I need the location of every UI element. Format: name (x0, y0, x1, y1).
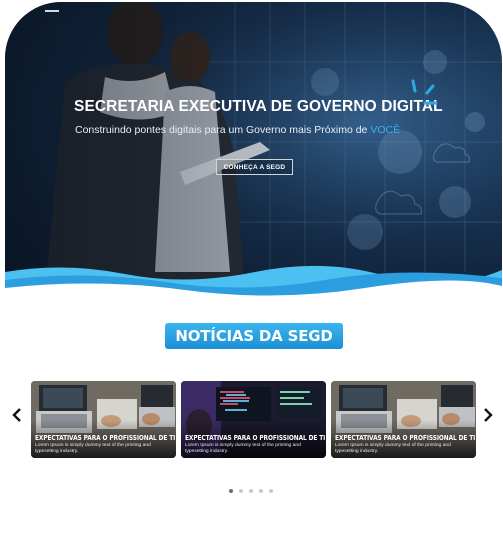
hero-subtitle-text: Construindo pontes digitais para um Gove… (75, 124, 371, 136)
hero-title: SECRETARIA EXECUTIVA DE GOVERNO DIGITAL (74, 98, 443, 115)
top-bar-mark (45, 10, 59, 12)
news-card[interactable]: EXPECTATIVAS PARA O PROFISSIONAL DE TI L… (331, 381, 476, 458)
hero-banner: SECRETARIA EXECUTIVA DE GOVERNO DIGITAL … (5, 2, 502, 302)
carousel-pagination (229, 489, 273, 493)
carousel-dot-4[interactable] (259, 489, 263, 493)
hero-overlay (5, 2, 502, 302)
carousel-dot-5[interactable] (269, 489, 273, 493)
news-card-title: EXPECTATIVAS PARA O PROFISSIONAL DE TI (185, 434, 326, 442)
news-card[interactable]: EXPECTATIVAS PARA O PROFISSIONAL DE TI L… (31, 381, 176, 458)
chevron-right-icon (484, 408, 493, 422)
carousel-dot-2[interactable] (239, 489, 243, 493)
conheca-button[interactable]: CONHEÇA A SEGD (216, 159, 293, 175)
carousel-dot-3[interactable] (249, 489, 253, 493)
hero-subtitle: Construindo pontes digitais para um Gove… (75, 124, 400, 136)
carousel-next-button[interactable] (481, 404, 495, 426)
news-card-excerpt: Lorem Ipsum is simply dummy text of the … (335, 443, 451, 454)
hero-subtitle-accent: VOCÊ (370, 124, 401, 136)
news-card-excerpt: Lorem Ipsum is simply dummy text of the … (35, 443, 151, 454)
news-card[interactable]: EXPECTATIVAS PARA O PROFISSIONAL DE TI L… (181, 381, 326, 458)
news-card-excerpt: Lorem Ipsum is simply dummy text of the … (185, 443, 301, 454)
carousel-dot-1[interactable] (229, 489, 233, 493)
carousel-prev-button[interactable] (10, 404, 24, 426)
hero-wave (5, 265, 502, 302)
news-card-title: EXPECTATIVAS PARA O PROFISSIONAL DE TI (335, 434, 476, 442)
news-card-title: EXPECTATIVAS PARA O PROFISSIONAL DE TI (35, 434, 176, 442)
news-section-heading: NOTÍCIAS DA SEGD (165, 323, 343, 349)
chevron-left-icon (12, 408, 21, 422)
brand-logo-icon (411, 79, 438, 105)
